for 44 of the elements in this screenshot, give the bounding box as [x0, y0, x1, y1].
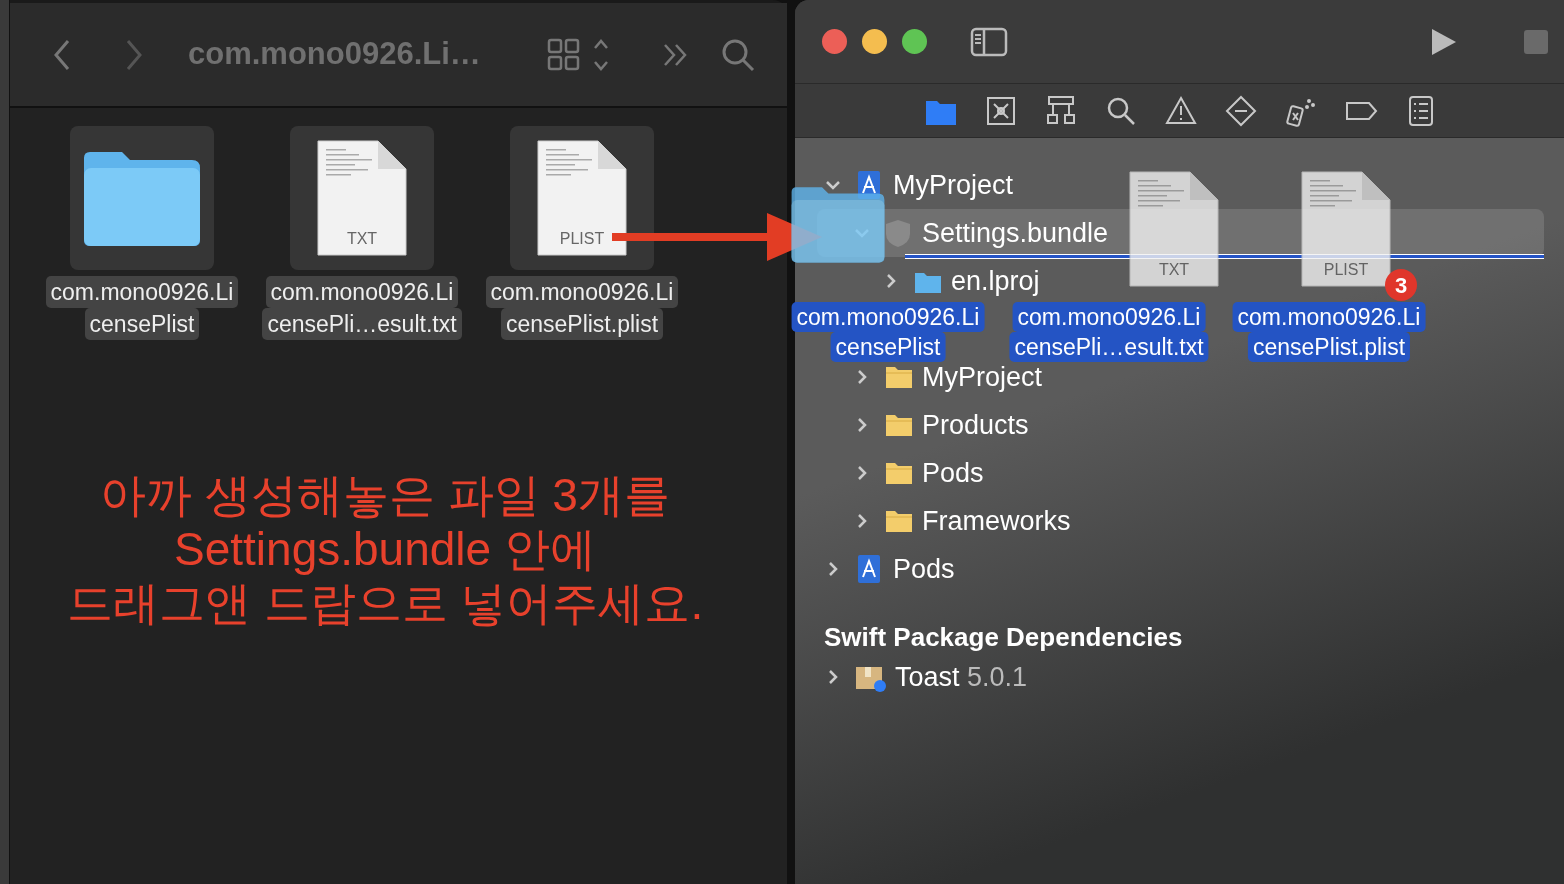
tree-item-label[interactable]: MyProject: [922, 363, 1043, 391]
file-tile[interactable]: [70, 126, 214, 270]
file-name-label[interactable]: com.mono0926.Li: [485, 276, 679, 308]
tree-item-label[interactable]: Products: [922, 411, 1029, 439]
file-name-label[interactable]: censePlist: [84, 308, 200, 340]
document-icon: [536, 139, 628, 257]
search-icon[interactable]: [720, 37, 755, 72]
file-name-label: com.mono0926.Li: [1012, 302, 1206, 332]
file-type-label: PLIST: [1322, 260, 1370, 280]
play-icon[interactable]: [1430, 26, 1458, 57]
sidebar-toggle-icon[interactable]: [970, 26, 1008, 57]
tree-item-label[interactable]: Settings.bundle: [922, 219, 1109, 247]
file-type-label: TXT: [1157, 260, 1191, 280]
view-options-icon[interactable]: [546, 37, 611, 72]
package-label[interactable]: Toast 5.0.1: [895, 663, 1028, 691]
annotation-text: 아까 생성해놓은 파일 3개를 Settings.bundle 안에 드래그앤 드랍으로 넣어주세요.: [65, 468, 705, 630]
tree-item-label[interactable]: MyProject: [893, 171, 1014, 199]
tree-item-label[interactable]: Pods: [922, 459, 984, 487]
back-icon[interactable]: [52, 37, 72, 72]
tree-item-label[interactable]: Frameworks: [922, 507, 1071, 535]
document-icon: [1300, 170, 1392, 288]
file-name-label: com.mono0926.Li: [791, 302, 985, 332]
file-name-label[interactable]: com.mono0926.Li: [45, 276, 239, 308]
file-type-label: TXT: [345, 229, 379, 249]
document-icon: [1128, 170, 1220, 288]
close-button[interactable]: [822, 29, 847, 54]
tree-item-label[interactable]: en.lproj: [951, 267, 1040, 295]
file-name-label: censePlist: [830, 332, 946, 362]
window-title: com.mono0926.Li…: [188, 35, 481, 74]
section-heading: Swift Package Dependencies: [824, 621, 1184, 654]
tree-item-label[interactable]: Pods: [893, 555, 955, 583]
file-name-label: censePli…esult.txt: [1009, 332, 1209, 362]
file-name-label[interactable]: censePli…esult.txt: [262, 308, 462, 340]
folder-icon: [790, 184, 886, 264]
document-icon: [316, 139, 408, 257]
file-name-label: com.mono0926.Li: [1232, 302, 1426, 332]
file-name-label: censePlist.plist: [1247, 332, 1411, 362]
minimize-button[interactable]: [862, 29, 887, 54]
file-name-label[interactable]: com.mono0926.Li: [265, 276, 459, 308]
file-tile[interactable]: TXT: [290, 126, 434, 270]
file-name-label[interactable]: censePlist.plist: [500, 308, 664, 340]
file-type-label: PLIST: [558, 229, 606, 249]
file-tile[interactable]: PLIST: [510, 126, 654, 270]
zoom-button[interactable]: [902, 29, 927, 54]
